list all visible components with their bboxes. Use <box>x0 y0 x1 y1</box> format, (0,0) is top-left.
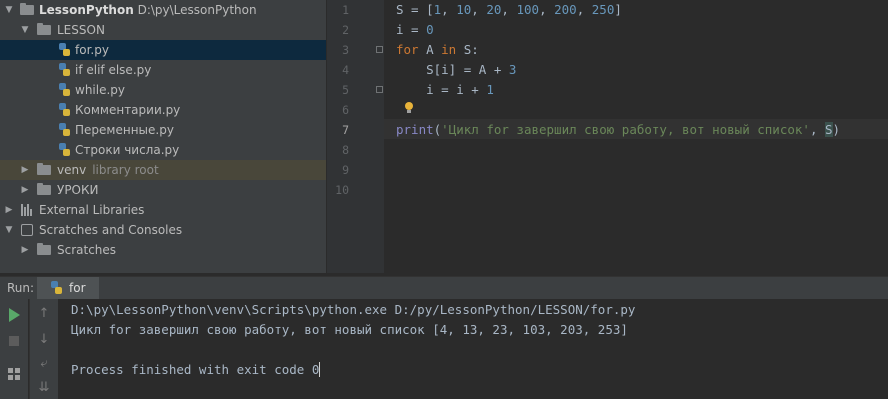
tree-item-file[interactable]: if elif else.py <box>0 60 326 80</box>
tree-item-file[interactable]: for.py <box>0 40 326 60</box>
tree-item-external-libraries[interactable]: ▶ External Libraries <box>0 200 326 220</box>
console-line: Цикл for завершил свою работу, вот новый… <box>71 322 628 337</box>
code-line: i = i + 1 <box>396 82 494 97</box>
tree-item-label: while.py <box>75 83 126 97</box>
folder-icon <box>37 243 51 255</box>
line-number: 7 <box>342 123 349 137</box>
tree-item-label: External Libraries <box>39 203 145 217</box>
tree-item-project[interactable]: ▼ LessonPython D:\py\LessonPython <box>0 0 326 20</box>
line-number: 10 <box>335 183 349 197</box>
python-file-icon <box>59 63 70 77</box>
python-file-icon <box>59 103 70 117</box>
text-caret <box>319 362 321 377</box>
folder-icon <box>20 3 34 15</box>
run-tab-for[interactable]: for <box>37 277 99 299</box>
project-tree: ▼ LessonPython D:\py\LessonPython ▼ LESS… <box>0 0 326 273</box>
folder-icon <box>37 183 51 195</box>
project-path: D:\py\LessonPython <box>137 3 257 17</box>
soft-wrap-icon[interactable]: ⤶ <box>36 356 52 372</box>
tree-item-label: Комментарии.py <box>75 103 181 117</box>
tree-item-file[interactable]: Строки числа.py <box>0 140 326 160</box>
code-line: i = 0 <box>396 22 434 37</box>
tree-item-label: Scratches <box>57 243 117 257</box>
code-line: for A in S: <box>396 42 479 57</box>
line-number: 4 <box>342 63 349 77</box>
rerun-play-icon[interactable] <box>9 308 20 322</box>
run-toolbar <box>0 299 28 399</box>
up-arrow-icon[interactable]: ↑ <box>36 306 52 322</box>
console-line: D:\py\LessonPython\venv\Scripts\python.e… <box>71 302 636 317</box>
python-file-icon <box>59 43 70 57</box>
tree-item-label: Строки числа.py <box>75 143 180 157</box>
line-number: 2 <box>342 23 349 37</box>
library-icon <box>21 204 33 216</box>
console-line: Process finished with exit code 0 <box>71 360 321 380</box>
line-number: 9 <box>342 163 349 177</box>
code-line: print('Цикл for завершил свою работу, во… <box>396 122 841 137</box>
run-tab-label: for <box>69 281 86 295</box>
line-number: 5 <box>342 83 349 97</box>
tree-item-label: for.py <box>75 43 109 57</box>
scratches-icon <box>21 224 33 236</box>
tree-item-file[interactable]: Комментарии.py <box>0 100 326 120</box>
editor-gutter: 1 2 3 4 5 6 7 8 9 10 <box>327 0 384 273</box>
line-number: 3 <box>342 43 349 57</box>
lightbulb-icon[interactable] <box>404 102 414 114</box>
folder-icon <box>37 163 51 175</box>
line-number: 8 <box>342 143 349 157</box>
stop-icon[interactable] <box>9 336 19 346</box>
down-arrow-icon[interactable]: ↓ <box>36 332 52 348</box>
tree-item-label: if elif else.py <box>75 63 152 77</box>
tree-item-label: УРОКИ <box>57 183 99 197</box>
tree-item-lessons[interactable]: ▶ УРОКИ <box>0 180 326 200</box>
tree-item-label: LESSON <box>57 23 105 37</box>
line-number: 6 <box>342 103 349 117</box>
console-line-text: Process finished with exit code 0 <box>71 362 320 377</box>
python-file-icon <box>59 123 70 137</box>
tree-item-venv[interactable]: ▶ venv library root <box>0 160 326 180</box>
tree-item-scratches-consoles[interactable]: ▼ Scratches and Consoles <box>0 220 326 240</box>
library-root-label: library root <box>92 163 159 177</box>
tree-item-lesson[interactable]: ▼ LESSON <box>0 20 326 40</box>
python-file-icon <box>59 143 70 157</box>
expand-arrow-icon[interactable]: ▶ <box>20 160 30 180</box>
python-file-icon <box>59 83 70 97</box>
code-line: S[i] = A + 3 <box>396 62 517 77</box>
expand-arrow-icon[interactable]: ▶ <box>20 240 30 260</box>
fold-start-icon[interactable] <box>376 46 383 53</box>
tree-item-label: Переменные.py <box>75 123 174 137</box>
run-toolbar-secondary: ↑ ↓ ⤶ ⇊ <box>29 299 58 399</box>
collapse-arrow-icon[interactable]: ▼ <box>20 20 30 40</box>
tree-item-file[interactable]: while.py <box>0 80 326 100</box>
layout-icon[interactable] <box>8 368 20 380</box>
tree-item-scratches[interactable]: ▶ Scratches <box>0 240 326 260</box>
code-line: S = [1, 10, 20, 100, 200, 250] <box>396 2 622 17</box>
scroll-to-end-icon[interactable]: ⇊ <box>36 380 52 396</box>
expand-arrow-icon[interactable]: ▶ <box>20 180 30 200</box>
collapse-arrow-icon[interactable]: ▼ <box>4 0 14 20</box>
fold-end-icon[interactable] <box>376 86 383 93</box>
folder-icon <box>37 23 51 35</box>
tree-item-label: Scratches and Consoles <box>39 223 183 237</box>
run-label: Run: <box>7 281 35 295</box>
collapse-arrow-icon[interactable]: ▼ <box>4 220 14 240</box>
expand-arrow-icon[interactable]: ▶ <box>4 200 14 220</box>
tree-item-label: venv <box>57 163 87 177</box>
python-file-icon <box>51 281 62 295</box>
run-panel-header: Run: for <box>0 276 888 300</box>
tree-item-file[interactable]: Переменные.py <box>0 120 326 140</box>
project-name: LessonPython <box>39 3 134 17</box>
line-number: 1 <box>342 3 349 17</box>
